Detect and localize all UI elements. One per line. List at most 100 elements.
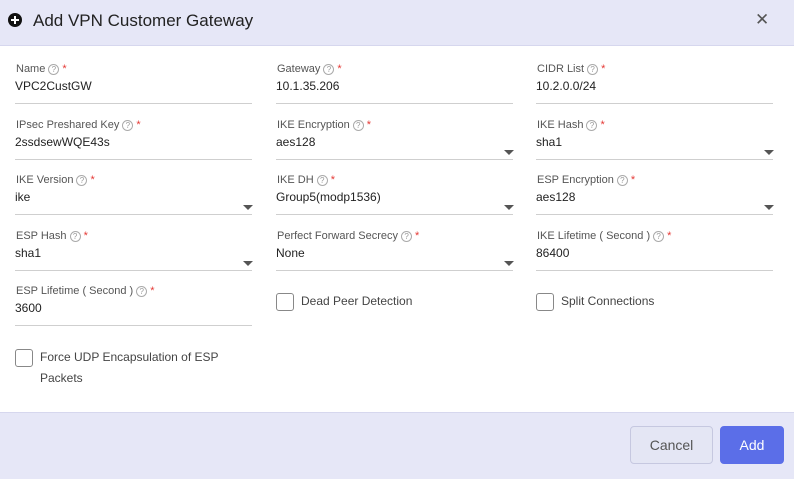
name-input[interactable]: VPC2CustGW [15,79,92,93]
esp-lifetime-field[interactable]: ESP Lifetime ( Second )? * 3600 [15,285,252,335]
required-marker: * [415,230,420,242]
checkbox-box[interactable] [536,293,554,311]
field-underline [276,103,513,104]
field-underline [536,103,773,104]
dropdown-arrow-icon[interactable] [243,261,253,266]
required-marker: * [62,63,67,75]
ike-hash-select[interactable]: IKE Hash? * sha1 [536,119,774,169]
split-connections-label: Split Connections [561,294,655,308]
esp-hash-label: ESP Hash? * [16,230,88,242]
required-marker: * [601,63,606,75]
field-underline [276,159,513,160]
required-marker: * [90,174,95,186]
ike-lifetime-field[interactable]: IKE Lifetime ( Second )? * 86400 [536,230,773,280]
dropdown-arrow-icon[interactable] [764,205,774,210]
name-field[interactable]: Name? * VPC2CustGW [15,63,252,113]
dialog-header: Add VPN Customer Gateway ✕ [0,0,794,46]
esp-hash-select[interactable]: ESP Hash? * sha1 [15,230,253,280]
ike-dh-value[interactable]: Group5(modp1536) [276,190,381,204]
field-underline [536,159,773,160]
required-marker: * [330,174,335,186]
force-udp-label-line1: Force UDP Encapsulation of ESP [40,350,219,364]
force-udp-label-line2: Packets [40,371,83,385]
gateway-input[interactable]: 10.1.35.206 [276,79,339,93]
help-icon[interactable]: ? [136,286,148,297]
perfect-forward-secrecy-label: Perfect Forward Secrecy? * [277,230,420,242]
ipsec-preshared-key-input[interactable]: 2ssdsewWQE43s [15,135,110,149]
esp-hash-value[interactable]: sha1 [15,246,41,260]
checkbox-box[interactable] [276,293,294,311]
gateway-field[interactable]: Gateway? * 10.1.35.206 [276,63,513,113]
close-icon[interactable]: ✕ [755,10,769,30]
dead-peer-detection-label: Dead Peer Detection [301,294,413,308]
cancel-button[interactable]: Cancel [630,426,713,464]
ike-version-label: IKE Version? * [16,174,95,186]
ike-encryption-value[interactable]: aes128 [276,135,315,149]
ipsec-preshared-key-label: IPsec Preshared Key? * [16,119,141,131]
dialog-title: Add VPN Customer Gateway [33,11,254,30]
ike-version-select[interactable]: IKE Version? * ike [15,174,253,224]
required-marker: * [667,230,672,242]
field-underline [276,214,513,215]
dead-peer-detection-checkbox[interactable]: Dead Peer Detection [276,293,476,313]
perfect-forward-secrecy-value[interactable]: None [276,246,305,260]
help-icon[interactable]: ? [352,120,364,131]
help-icon[interactable]: ? [323,64,335,75]
checkbox-box[interactable] [15,349,33,367]
name-label: Name? * [16,63,67,75]
required-marker: * [83,230,88,242]
ike-hash-value[interactable]: sha1 [536,135,562,149]
ike-dh-label: IKE DH? * [277,174,335,186]
help-icon[interactable]: ? [401,231,413,242]
field-underline [536,270,773,271]
help-icon[interactable]: ? [69,231,81,242]
ike-lifetime-input[interactable]: 86400 [536,246,569,260]
add-circle-icon [8,13,22,27]
cidr-list-input[interactable]: 10.2.0.0/24 [536,79,596,93]
split-connections-checkbox[interactable]: Split Connections [536,293,736,313]
add-vpn-customer-gateway-dialog: Add VPN Customer Gateway ✕ Name? * VPC2Cu… [0,0,794,479]
field-underline [15,214,252,215]
add-button[interactable]: Add [720,426,784,464]
perfect-forward-secrecy-select[interactable]: Perfect Forward Secrecy? * None [276,230,514,280]
ike-hash-label: IKE Hash? * [537,119,605,131]
help-icon[interactable]: ? [587,64,599,75]
field-underline [276,270,513,271]
dropdown-arrow-icon[interactable] [243,205,253,210]
ike-dh-select[interactable]: IKE DH? * Group5(modp1536) [276,174,514,224]
dropdown-arrow-icon[interactable] [764,150,774,155]
field-underline [15,159,252,160]
gateway-label: Gateway? * [277,63,342,75]
dropdown-arrow-icon[interactable] [504,205,514,210]
required-marker: * [600,119,605,131]
esp-encryption-select[interactable]: ESP Encryption? * aes128 [536,174,774,224]
dialog-footer: Cancel Add [0,412,794,479]
ike-version-value[interactable]: ike [15,190,30,204]
help-icon[interactable]: ? [122,120,134,131]
required-marker: * [337,63,342,75]
field-underline [15,325,252,326]
help-icon[interactable]: ? [653,231,665,242]
help-icon[interactable]: ? [316,175,328,186]
dropdown-arrow-icon[interactable] [504,261,514,266]
esp-encryption-value[interactable]: aes128 [536,190,575,204]
esp-lifetime-label: ESP Lifetime ( Second )? * [16,285,155,297]
field-underline [15,270,252,271]
esp-encryption-label: ESP Encryption? * [537,174,636,186]
help-icon[interactable]: ? [48,64,60,75]
ike-lifetime-label: IKE Lifetime ( Second )? * [537,230,672,242]
ipsec-preshared-key-field[interactable]: IPsec Preshared Key? * 2ssdsewWQE43s [15,119,252,169]
required-marker: * [150,285,155,297]
help-icon[interactable]: ? [586,120,598,131]
esp-lifetime-input[interactable]: 3600 [15,301,42,315]
ike-encryption-select[interactable]: IKE Encryption? * aes128 [276,119,514,169]
help-icon[interactable]: ? [76,175,88,186]
cidr-list-field[interactable]: CIDR List? * 10.2.0.0/24 [536,63,773,113]
help-icon[interactable]: ? [616,175,628,186]
required-marker: * [136,119,141,131]
force-udp-encapsulation-checkbox[interactable]: Force UDP Encapsulation of ESP Packets [15,349,255,389]
field-underline [15,103,252,104]
ike-encryption-label: IKE Encryption? * [277,119,372,131]
dropdown-arrow-icon[interactable] [504,150,514,155]
field-underline [536,214,773,215]
